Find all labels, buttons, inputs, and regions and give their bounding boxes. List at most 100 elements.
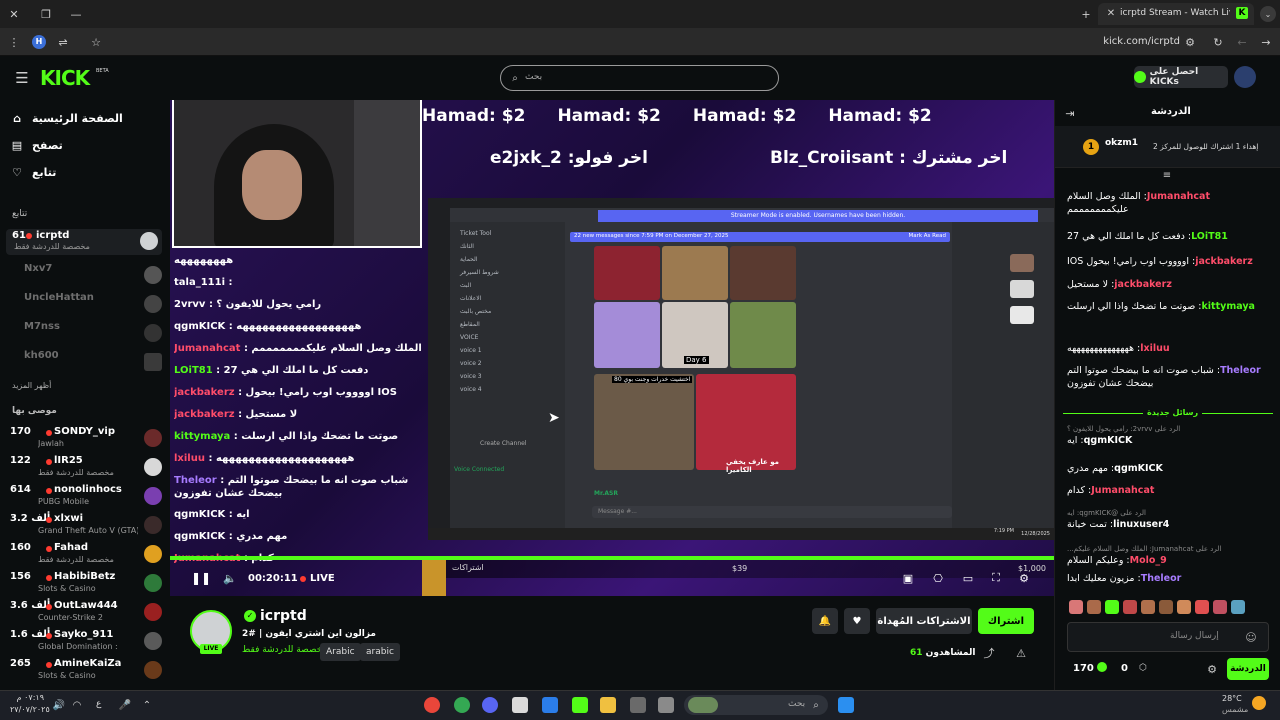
chat-send-button[interactable]: الدردشة (1227, 658, 1269, 680)
sidebar-item-following[interactable]: ♡ تتابع (10, 162, 160, 182)
collapse-chat-icon[interactable]: ⇥ (1063, 106, 1077, 120)
sidebar-channel-offline[interactable]: M7nss (10, 321, 162, 347)
sidebar-channel-offline[interactable]: UncleHattan (10, 292, 162, 318)
keyboard-lang[interactable]: ع (96, 699, 101, 709)
show-more-link[interactable]: أظهر المزيد (12, 381, 51, 390)
sidebar-channel-recommended[interactable]: 122 lIR25 مخصصة للدردشة فقط (10, 455, 162, 481)
close-icon[interactable]: ✕ (6, 6, 22, 22)
emote-icon[interactable] (1105, 600, 1119, 614)
kick-logo[interactable]: KICK BETA (40, 66, 110, 90)
chat-username[interactable]: LOiT81 (1191, 231, 1228, 242)
emote-icon[interactable] (1141, 600, 1155, 614)
tools-icon[interactable] (512, 697, 528, 713)
report-icon[interactable]: ⚠ (1014, 646, 1028, 660)
volume-icon[interactable]: 🔈 (222, 570, 238, 586)
sidebar-channel-recommended[interactable]: 1.6 ألف Sayko_911 Global Domination : (10, 629, 162, 655)
sidebar-channel-recommended[interactable]: 614 nonolinhocs PUBG Mobile (10, 484, 162, 510)
subscribe-button[interactable]: اشتراك (978, 608, 1034, 634)
bookmark-star-icon[interactable]: ☆ (88, 34, 104, 50)
app-icon[interactable] (658, 697, 674, 713)
sidebar-channel-offline[interactable]: Nxv7 (10, 263, 162, 289)
tag-pill[interactable]: arabic (360, 643, 400, 661)
sidebar-channel-offline[interactable]: kh600 (10, 350, 162, 376)
kick-app-icon[interactable] (572, 697, 588, 713)
microphone-icon[interactable]: 🎤 (118, 698, 132, 712)
emoji-icon[interactable]: ☺ (1244, 630, 1258, 644)
tune-icon[interactable]: ⚙ (1182, 34, 1198, 50)
translate-icon[interactable]: ⇌ (56, 34, 70, 50)
sidebar-channel-recommended[interactable]: 156 HabibiBetz Slots & Casino (10, 571, 162, 597)
chat-input[interactable]: إرسال رسالة ☺ (1067, 622, 1269, 652)
new-tab-icon[interactable]: + (1078, 6, 1094, 22)
chat-username[interactable]: linuxuser4 (1113, 519, 1169, 530)
url-text[interactable]: kick.com/icrptd (1100, 36, 1180, 47)
chat-username[interactable]: jackbakerz (1195, 256, 1253, 267)
chat-username[interactable]: Jumanahcat (1147, 191, 1210, 202)
emote-icon[interactable] (1177, 600, 1191, 614)
menu-dots-icon[interactable]: ⋮ (8, 34, 20, 50)
get-kicks-button[interactable]: احصل على KICKs (1134, 66, 1228, 88)
folder-icon[interactable] (600, 697, 616, 713)
sidebar-item-browse[interactable]: ▤ تصفح (10, 135, 160, 155)
profile-avatar[interactable]: H (32, 35, 46, 49)
chat-username[interactable]: qgmKICK (1084, 435, 1133, 446)
chat-username[interactable]: lxiluu (1140, 343, 1169, 354)
browser-tab[interactable]: ✕ icrptd Stream - Watch Live K (1098, 3, 1254, 25)
back-icon[interactable]: → (1258, 34, 1274, 50)
search-bar[interactable]: ⌕ بحث (500, 65, 779, 91)
forward-icon[interactable]: ← (1234, 34, 1250, 50)
sidebar-channel-recommended[interactable]: 3.2 ألف xlxwi Grand Theft Auto V (GTA) (10, 513, 162, 539)
emote-icon[interactable] (1123, 600, 1137, 614)
gift-subs-button[interactable]: الاشتراكات المُهداة (876, 608, 972, 634)
channel-name[interactable]: icrptd (260, 608, 307, 624)
wifi-icon[interactable]: ◠ (70, 698, 84, 712)
discord-icon[interactable] (482, 697, 498, 713)
store-icon[interactable] (630, 697, 646, 713)
emote-icon[interactable] (1087, 600, 1101, 614)
follow-button[interactable]: ♥ (844, 608, 870, 634)
clip-icon[interactable]: ⎔ (930, 570, 946, 586)
sidebar-channel-icrptd[interactable]: 61 icrptd مخصصة للدردشة فقط (6, 229, 162, 255)
chat-username[interactable]: Theleor (1141, 573, 1182, 584)
hamburger-menu-icon[interactable]: ☰ (14, 69, 30, 87)
sidebar-channel-recommended[interactable]: 160 Fahad مخصصة للدردشة فقط (10, 542, 162, 568)
sidebar-channel-recommended[interactable]: 3.6 ألف OutLaw444 Counter-Strike 2 (10, 600, 162, 626)
sidebar-item-home[interactable]: ⌂ الصفحة الرئيسية (10, 108, 160, 128)
emote-icon[interactable] (1195, 600, 1209, 614)
chat-username[interactable]: Theleor (1220, 365, 1261, 376)
reload-icon[interactable]: ↻ (1210, 34, 1226, 50)
theater-icon[interactable]: ▭ (960, 570, 976, 586)
sidebar-channel-recommended[interactable]: 265 AmineKaiZa Slots & Casino (10, 658, 162, 684)
chat-username[interactable]: Jumanahcat (1091, 485, 1154, 496)
video-player[interactable]: Hamad: $2 Hamad: $2 Hamad: $2 Hamad: $2 … (170, 100, 1054, 596)
expand-icon[interactable]: ≡ (1159, 170, 1175, 181)
restore-icon[interactable]: ❐ (38, 6, 54, 22)
chrome-icon[interactable] (424, 697, 440, 713)
pip-icon[interactable]: ▣ (900, 570, 916, 586)
sidebar-channel-recommended[interactable]: 170 SONDY_vip Jawlah (10, 426, 162, 452)
windows-start-icon[interactable] (838, 697, 854, 713)
taskbar-search[interactable]: بحث ⌕ (684, 695, 828, 715)
emote-icon[interactable] (1159, 600, 1173, 614)
tab-close-icon[interactable]: ✕ (1104, 6, 1118, 20)
stream-category[interactable]: مخصصة للدردشة فقط (242, 645, 327, 655)
emote-icon[interactable] (1231, 600, 1245, 614)
emote-icon[interactable] (1213, 600, 1227, 614)
settings-gear-icon[interactable]: ⚙ (1016, 570, 1032, 586)
emote-icon[interactable] (1069, 600, 1083, 614)
pause-icon[interactable]: ❚❚ (191, 570, 211, 586)
chat-username[interactable]: Molo_9 (1130, 555, 1167, 566)
tab-search-icon[interactable]: ⌄ (1260, 6, 1276, 22)
minimize-icon[interactable]: — (68, 6, 84, 22)
speaker-icon[interactable]: 🔊 (52, 698, 66, 712)
app-icon[interactable] (542, 697, 558, 713)
fullscreen-icon[interactable]: ⛶ (988, 570, 1004, 586)
progress-bar[interactable] (170, 556, 1054, 560)
notifications-button[interactable]: 🔔 (812, 608, 838, 634)
chat-username[interactable]: jackbakerz (1114, 279, 1172, 290)
chrome-alt-icon[interactable] (454, 697, 470, 713)
chat-username[interactable]: kittymaya (1201, 301, 1254, 312)
chat-username[interactable]: qgmKICK (1114, 463, 1163, 474)
chevron-up-icon[interactable]: ⌃ (140, 698, 154, 712)
tag-pill[interactable]: Arabic (320, 643, 361, 661)
